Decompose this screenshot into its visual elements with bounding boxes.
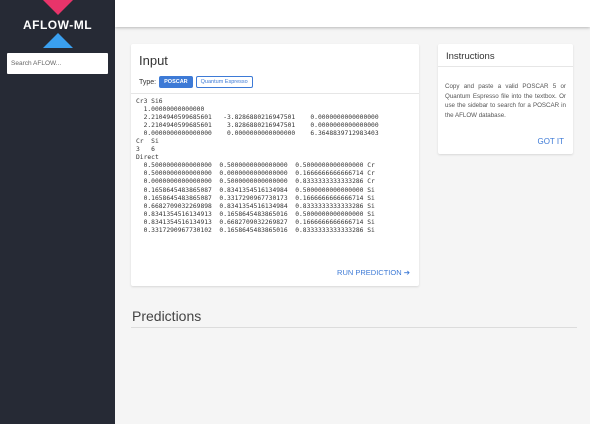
instructions-card: Instructions Copy and paste a valid POSC… <box>438 44 573 154</box>
divider <box>131 93 419 94</box>
sidebar: AFLOW-ML <box>0 0 115 424</box>
type-label: Type: <box>139 78 157 86</box>
search-input[interactable] <box>7 53 108 74</box>
got-it-button[interactable]: GOT IT <box>537 137 564 146</box>
type-selector: Type: POSCAR Quantum Espresso <box>139 75 253 89</box>
predictions-divider <box>131 327 577 328</box>
divider <box>438 66 573 67</box>
instructions-title: Instructions <box>446 51 495 62</box>
poscar-textarea[interactable]: Cr3 Si6 1.00000000000000 2.2104940599685… <box>136 98 416 235</box>
input-title: Input <box>139 53 168 68</box>
type-poscar-button[interactable]: POSCAR <box>159 76 193 88</box>
top-bar <box>115 0 590 27</box>
run-prediction-button[interactable]: RUN PREDICTION ➔ <box>337 268 410 277</box>
predictions-title: Predictions <box>132 308 202 324</box>
logo-text: AFLOW-ML <box>22 18 93 32</box>
input-card: Input Type: POSCAR Quantum Espresso Cr3 … <box>131 44 419 286</box>
instructions-text: Copy and paste a valid POSCAR 5 or Quant… <box>445 83 566 120</box>
type-quantum-espresso-button[interactable]: Quantum Espresso <box>195 76 253 88</box>
aflow-logo[interactable]: AFLOW-ML <box>0 0 115 48</box>
